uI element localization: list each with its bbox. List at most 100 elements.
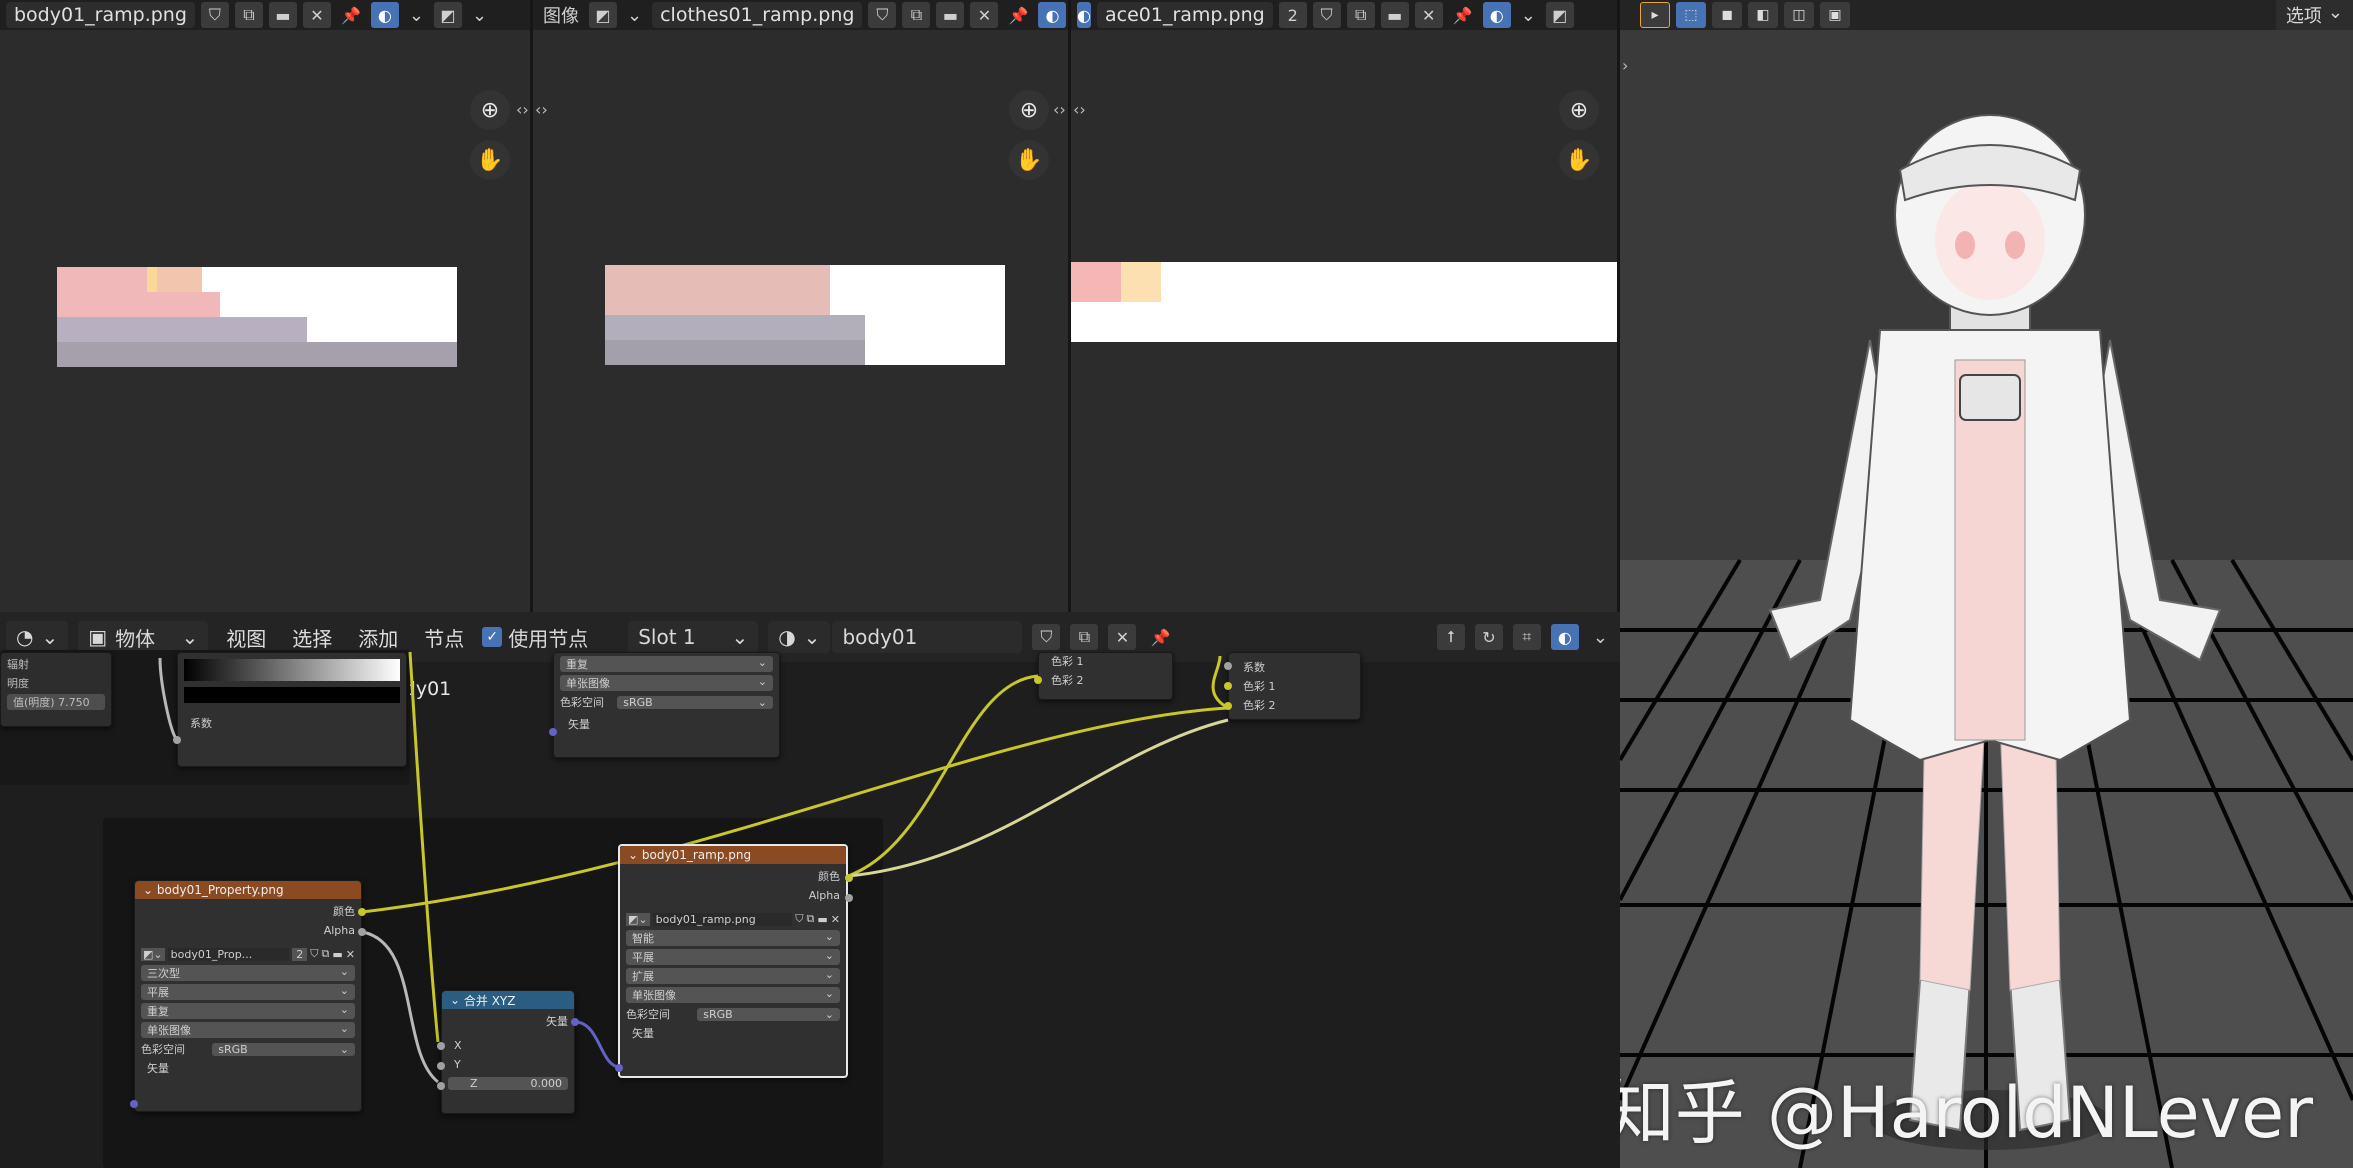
extension-dropdown[interactable]: 重复 ⌄ <box>141 1003 355 1019</box>
socket[interactable] <box>358 908 366 916</box>
image-browse-icon[interactable]: ◩⌄ <box>626 912 650 926</box>
duplicate-icon[interactable]: ⧉ <box>807 912 815 926</box>
image-name-field[interactable]: body01_ramp.png <box>6 2 195 28</box>
socket[interactable] <box>1224 682 1232 690</box>
open-folder-icon[interactable]: ▬ <box>268 2 297 28</box>
pan-hand-icon[interactable]: ✋ <box>1009 140 1049 180</box>
overlay-icon[interactable]: ◐ <box>1482 2 1511 28</box>
extension-dropdown[interactable]: 扩展 ⌄ <box>626 968 840 984</box>
interpolation-dropdown[interactable]: 三次型 ⌄ <box>141 965 355 981</box>
source-dropdown[interactable]: 单张图像 ⌄ <box>626 987 840 1003</box>
socket[interactable] <box>845 874 853 882</box>
new-image-icon[interactable]: ⧉ <box>234 2 263 28</box>
open-folder-icon[interactable]: ▬ <box>1380 2 1409 28</box>
socket[interactable] <box>1034 676 1042 684</box>
link-purple <box>574 1020 621 1069</box>
select-invert-icon[interactable]: ◫ <box>1784 2 1814 28</box>
options-dropdown[interactable]: 选项 ⌄ <box>2275 0 2353 30</box>
image-browse-icon[interactable]: ◐ <box>1077 2 1091 28</box>
socket[interactable] <box>437 1042 445 1050</box>
node-combine-xyz[interactable]: ⌄ 合并 XYZ 矢量 X Y Z 0.000 <box>441 990 575 1114</box>
open-folder-icon[interactable]: ▬ <box>936 2 965 28</box>
node-image-texture-property[interactable]: ⌄ body01_Property.png 颜色 Alpha ◩⌄ body01… <box>134 880 362 1112</box>
pin-icon[interactable]: 📌 <box>1449 2 1477 28</box>
select-box-icon[interactable]: ⬚ <box>1676 2 1706 28</box>
pan-hand-icon[interactable]: ✋ <box>470 140 510 180</box>
collapse-arrow-icon[interactable]: ‹› <box>535 100 548 119</box>
image-browse-icon[interactable]: ◩⌄ <box>141 947 165 961</box>
fake-user-shield-icon[interactable]: ⛉ <box>310 947 318 961</box>
input-z-field[interactable]: Z 0.000 <box>448 1075 568 1091</box>
collapse-icon[interactable]: ⌄ <box>628 848 638 862</box>
select-tool-icon[interactable]: ▸ <box>1640 2 1670 28</box>
socket[interactable] <box>358 928 366 936</box>
zoom-icon[interactable]: ⊕ <box>1559 90 1599 130</box>
collapse-icon[interactable]: ⌄ <box>450 993 460 1007</box>
new-image-icon[interactable]: ⧉ <box>902 2 931 28</box>
colorspace-row[interactable]: 色彩空间 sRGB ⌄ <box>626 1006 840 1022</box>
projection-dropdown[interactable]: 平展 ⌄ <box>141 984 355 1000</box>
display-channels-icon[interactable]: ◩ <box>589 2 617 28</box>
close-icon[interactable]: ✕ <box>302 2 331 28</box>
socket[interactable] <box>549 728 557 736</box>
image-selector[interactable]: ◩⌄ body01_ramp.png ⛉ ⧉ ▬ ✕ <box>626 911 840 927</box>
chevron-down-icon[interactable]: ⌄ <box>623 5 646 26</box>
chevron-down-icon[interactable]: ⌄ <box>405 5 428 26</box>
image-name-field[interactable]: ace01_ramp.png <box>1097 2 1273 28</box>
colorspace-row[interactable]: 色彩空间 sRGB ⌄ <box>141 1041 355 1057</box>
collapse-icon[interactable]: ⌄ <box>143 883 153 897</box>
pan-hand-icon[interactable]: ✋ <box>1559 140 1599 180</box>
node-header[interactable]: ⌄ body01_Property.png <box>135 881 361 899</box>
projection-dropdown[interactable]: 平展 ⌄ <box>626 949 840 965</box>
socket[interactable] <box>130 1100 138 1108</box>
image-name-field[interactable]: clothes01_ramp.png <box>652 2 863 28</box>
interpolation-dropdown[interactable]: 智能 ⌄ <box>626 930 840 946</box>
fake-user-shield-icon[interactable]: ⛉ <box>868 2 897 28</box>
zoom-icon[interactable]: ⊕ <box>470 90 510 130</box>
pin-icon[interactable]: 📌 <box>1004 2 1032 28</box>
open-folder-icon[interactable]: ▬ <box>332 948 342 961</box>
close-icon[interactable]: ✕ <box>346 948 355 961</box>
display-channels-icon[interactable]: ◩ <box>434 2 462 28</box>
chevron-down-icon[interactable]: ⌄ <box>468 5 491 26</box>
user-count[interactable]: 2 <box>1278 2 1307 28</box>
fake-user-shield-icon[interactable]: ⛉ <box>795 912 803 926</box>
collapse-arrow-icon[interactable]: › <box>1622 56 1628 75</box>
link-yellow-5 <box>408 651 440 1043</box>
socket[interactable] <box>1224 662 1232 670</box>
socket[interactable] <box>1224 702 1232 710</box>
socket[interactable] <box>845 894 853 902</box>
chevron-down-icon[interactable]: ⌄ <box>1517 5 1540 26</box>
socket[interactable] <box>571 1018 579 1026</box>
3d-viewport[interactable]: ▸ ⬚ ◼ ◧ ◫ ▣ 选项⌄ › ‹ 知乎 @HaroldNLever <box>1620 0 2353 1168</box>
collapse-arrow-icon[interactable]: ‹› <box>1073 100 1086 119</box>
fake-user-shield-icon[interactable]: ⛉ <box>1312 2 1341 28</box>
close-icon[interactable]: ✕ <box>1414 2 1443 28</box>
pin-icon[interactable]: 📌 <box>337 2 365 28</box>
open-folder-icon[interactable]: ▬ <box>817 913 827 926</box>
close-icon[interactable]: ✕ <box>970 2 999 28</box>
image-selector[interactable]: ◩⌄ body01_Prop... 2 ⛉ ⧉ ▬ ✕ <box>141 946 355 962</box>
fake-user-shield-icon[interactable]: ⛉ <box>200 2 229 28</box>
collapse-arrow-icon[interactable]: ‹› <box>1053 100 1066 119</box>
source-dropdown[interactable]: 单张图像 ⌄ <box>141 1022 355 1038</box>
zoom-icon[interactable]: ⊕ <box>1009 90 1049 130</box>
socket[interactable] <box>437 1082 445 1090</box>
display-channels-icon[interactable]: ◩ <box>1545 2 1574 28</box>
overlay-icon[interactable]: ◐ <box>370 2 399 28</box>
select-extend-icon[interactable]: ◼ <box>1712 2 1742 28</box>
socket[interactable] <box>173 736 181 744</box>
socket[interactable] <box>615 1064 623 1072</box>
node-header[interactable]: ⌄ body01_ramp.png <box>620 846 846 864</box>
node-header[interactable]: ⌄ 合并 XYZ <box>442 991 574 1009</box>
select-subtract-icon[interactable]: ◧ <box>1748 2 1778 28</box>
socket[interactable] <box>437 1062 445 1070</box>
select-intersect-icon[interactable]: ▣ <box>1820 2 1850 28</box>
overlay-icon[interactable]: ◐ <box>1038 2 1067 28</box>
close-icon[interactable]: ✕ <box>831 913 840 926</box>
node-image-texture-ramp[interactable]: ⌄ body01_ramp.png 颜色 Alpha ◩⌄ body01_ram… <box>618 844 848 1078</box>
new-image-icon[interactable]: ⧉ <box>1346 2 1375 28</box>
collapse-arrow-icon[interactable]: ‹› <box>516 100 529 119</box>
shader-node-editor[interactable]: ◔ ⌄ ▣ 物体 ⌄ 视图 选择 添加 节点 ✓ 使用节点 Slot 1 ⌄ ◑ ⌄ bod… <box>0 612 1620 1168</box>
duplicate-icon[interactable]: ⧉ <box>322 947 330 961</box>
